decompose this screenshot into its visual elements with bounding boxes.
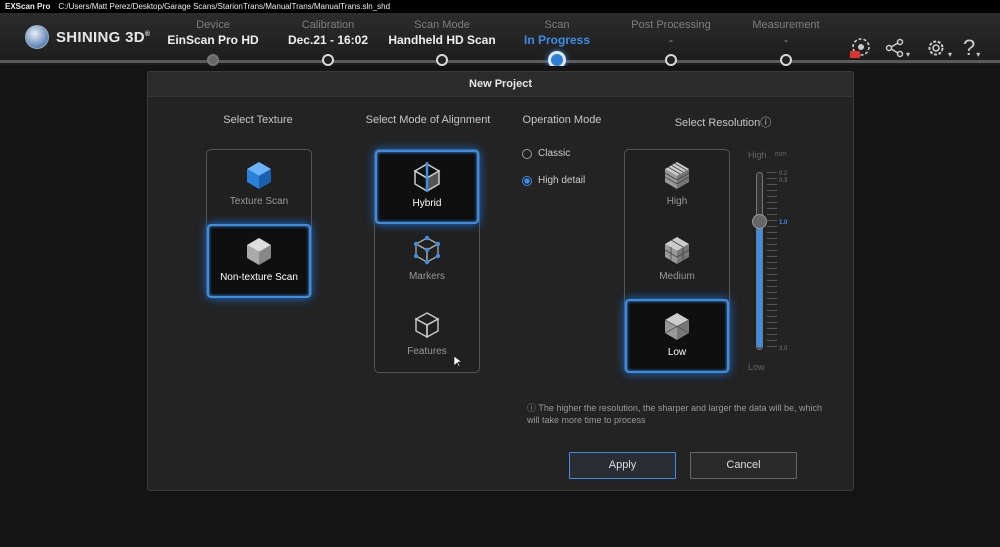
step-value: - — [784, 33, 788, 47]
option-label: High — [666, 196, 688, 207]
help-icon[interactable]: ? ▾ — [963, 35, 980, 61]
dialog-title: New Project — [148, 72, 853, 97]
option-label: Markers — [408, 271, 446, 282]
apply-button[interactable]: Apply — [569, 452, 676, 479]
high-res-cube-icon — [664, 162, 690, 189]
step-label: Calibration — [301, 19, 355, 31]
step-scan[interactable]: Scan In Progress — [497, 18, 617, 48]
hybrid-cube-icon — [413, 162, 441, 192]
radio-high-detail[interactable]: High detail — [522, 175, 585, 186]
file-path: C:/Users/Matt Perez/Desktop/Garage Scans… — [58, 2, 391, 11]
features-cube-icon — [414, 312, 440, 339]
alignment-panel: Hybrid Markers Features — [374, 149, 480, 373]
resolution-panel: High Medium Low — [624, 149, 730, 373]
progress-line — [0, 60, 1000, 63]
option-texture-scan[interactable]: Texture Scan — [207, 160, 311, 223]
option-hybrid[interactable]: Hybrid — [375, 150, 479, 224]
resolution-note: ⓘ The higher the resolution, the sharper… — [527, 402, 827, 426]
brand-name: SHINING 3D® — [56, 28, 151, 46]
blue-cube-icon — [247, 162, 271, 189]
title-bar: EXScan Pro C:/Users/Matt Perez/Desktop/Ga… — [0, 0, 1000, 13]
low-res-cube-icon — [664, 313, 690, 340]
option-non-texture-scan[interactable]: Non-texture Scan — [207, 224, 311, 298]
mouse-cursor-icon — [454, 356, 462, 368]
operation-heading: Operation Mode — [522, 114, 602, 126]
step-device[interactable]: Device EinScan Pro HD — [153, 18, 273, 48]
top-bar: SHINING 3D® Device EinScan Pro HD Calibra… — [0, 13, 1000, 65]
note-text: The higher the resolution, the sharper a… — [527, 403, 823, 425]
radio-circle — [522, 148, 532, 159]
brand-logo: SHINING 3D® — [25, 25, 150, 49]
tick-label: 3.0 — [779, 346, 788, 352]
step-dot-measurement[interactable] — [780, 54, 792, 66]
info-icon: ⓘ — [760, 117, 772, 129]
gray-cube-icon — [247, 238, 271, 265]
step-scan-mode[interactable]: Scan Mode Handheld HD Scan — [382, 18, 502, 48]
step-dot-device[interactable] — [207, 54, 219, 66]
gear-icon[interactable]: ▾ — [925, 35, 952, 61]
step-value: EinScan Pro HD — [167, 33, 259, 47]
step-value: Dec.21 - 16:02 — [287, 33, 369, 47]
option-high[interactable]: High — [625, 160, 729, 223]
slider-unit: mm — [775, 151, 787, 158]
step-post-processing[interactable]: Post Processing - — [611, 18, 731, 48]
slider-high-label: High — [748, 150, 767, 160]
radio-circle — [522, 175, 532, 186]
step-value: In Progress — [523, 33, 591, 47]
option-label: Texture Scan — [229, 196, 289, 207]
radio-classic[interactable]: Classic — [522, 148, 570, 159]
info-icon: ⓘ — [527, 403, 537, 413]
texture-panel: Texture Scan Non-texture Scan — [206, 149, 312, 298]
slider-low-label: Low — [748, 362, 765, 372]
option-medium[interactable]: Medium — [625, 235, 729, 298]
medium-res-cube-icon — [664, 237, 690, 264]
texture-heading: Select Texture — [223, 114, 293, 126]
option-label: Features — [407, 346, 447, 357]
tick-label: 0.2 — [779, 171, 788, 177]
option-label: Hybrid — [412, 198, 442, 209]
alignment-heading: Select Mode of Alignment — [365, 114, 491, 126]
step-label: Device — [196, 19, 230, 31]
step-label: Measurement — [752, 19, 820, 31]
step-value: Handheld HD Scan — [388, 33, 496, 47]
radio-label: High detail — [538, 175, 586, 186]
option-features[interactable]: Features — [375, 310, 479, 373]
step-calibration[interactable]: Calibration Dec.21 - 16:02 — [268, 18, 388, 48]
step-dot-calibration[interactable] — [322, 54, 334, 66]
option-label: Medium — [659, 271, 695, 282]
option-label: Low — [667, 347, 687, 358]
slider-knob[interactable] — [752, 214, 767, 229]
markers-cube-icon — [413, 235, 441, 265]
radio-label: Classic — [538, 148, 571, 159]
new-project-dialog: New Project Select Texture Select Mode o… — [147, 71, 854, 491]
resolution-slider[interactable] — [752, 170, 794, 350]
option-markers[interactable]: Markers — [375, 235, 479, 298]
device-status-icon[interactable] — [848, 35, 874, 61]
share-icon[interactable]: ▾ — [885, 35, 910, 61]
step-value: - — [669, 33, 673, 47]
option-label: Non-texture Scan — [220, 272, 298, 283]
slider-fill — [757, 220, 762, 348]
globe-logo-icon — [25, 25, 49, 49]
step-dot-post-processing[interactable] — [665, 54, 677, 66]
cancel-button[interactable]: Cancel — [690, 452, 797, 479]
step-label: Post Processing — [631, 19, 711, 31]
option-low[interactable]: Low — [625, 299, 729, 373]
step-measurement[interactable]: Measurement - — [726, 18, 846, 48]
resolution-heading: Select Resolutionⓘ — [674, 117, 772, 129]
step-label: Scan — [544, 19, 570, 31]
step-label: Scan Mode — [414, 19, 470, 31]
step-dot-scan-mode[interactable] — [436, 54, 448, 66]
tick-label: 0.3 — [779, 178, 788, 184]
app-title: EXScan Pro — [5, 2, 51, 11]
tick-label-current: 1.0 — [779, 220, 788, 226]
slider-ticks — [767, 172, 777, 348]
